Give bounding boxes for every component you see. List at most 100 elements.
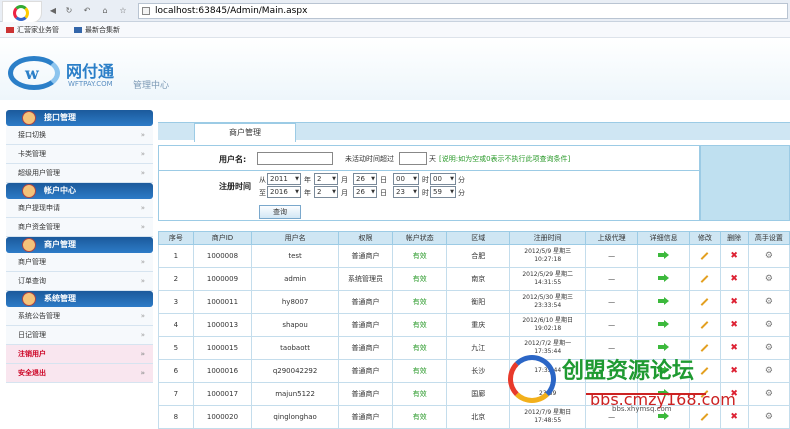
- cell-index: 6: [158, 359, 194, 383]
- col-merchant-id: 商户ID: [192, 231, 253, 245]
- query-button[interactable]: 查询: [259, 205, 301, 219]
- sidebar-section-merchants[interactable]: 商户管理: [6, 237, 153, 253]
- to-day-select[interactable]: 26: [353, 186, 377, 198]
- user-avatar-icon: [22, 184, 36, 198]
- cell-index: 2: [158, 267, 194, 291]
- cell-merchant-id: 1000015: [192, 336, 253, 360]
- cell-index: 8: [158, 405, 194, 429]
- form-side-panel: [700, 145, 790, 221]
- edit-pencil-icon[interactable]: [689, 267, 721, 291]
- chevron-right-icon: »: [140, 131, 145, 139]
- sidebar-section-interface[interactable]: 接口管理: [6, 110, 153, 126]
- delete-x-icon[interactable]: ✖: [719, 313, 749, 337]
- cell-username: q290042292: [251, 359, 339, 383]
- edit-pencil-icon[interactable]: [689, 290, 721, 314]
- delete-x-icon[interactable]: ✖: [719, 244, 749, 268]
- cell-username: test: [251, 244, 339, 268]
- col-index: 序号: [158, 231, 194, 245]
- chevron-right-icon: »: [140, 277, 145, 285]
- sidebar-section-accounts[interactable]: 帐户中心: [6, 183, 153, 199]
- sidebar-item-orders[interactable]: 订单查询»: [6, 272, 153, 291]
- sidebar-item-card-types[interactable]: 卡类管理»: [6, 145, 153, 164]
- cell-permission: 普通商户: [337, 313, 394, 337]
- cell-permission: 普通商户: [337, 382, 394, 406]
- sidebar-item-exit[interactable]: 安全退出»: [6, 364, 153, 383]
- from-minute-select[interactable]: 00: [430, 173, 456, 185]
- to-year-select[interactable]: 2016: [267, 186, 301, 198]
- favorite-item[interactable]: 最新合集新: [74, 22, 120, 38]
- watermark-sub: bbs.xhymsq.com: [612, 405, 672, 413]
- cell-permission: 普通商户: [337, 336, 394, 360]
- col-delete: 删除: [719, 231, 749, 245]
- undo-icon[interactable]: ↶: [82, 6, 92, 16]
- from-hour-select[interactable]: 00: [393, 173, 419, 185]
- settings-gear-icon[interactable]: ⚙: [747, 244, 790, 268]
- hint-text: [说明:如为空或0表示不执行此项查询条件]: [439, 155, 571, 163]
- sidebar-item-interface-switch[interactable]: 接口切换»: [6, 126, 153, 145]
- refresh-icon[interactable]: ↻: [64, 6, 74, 16]
- sidebar-item-funds[interactable]: 商户资金管理»: [6, 218, 153, 237]
- star-icon[interactable]: ☆: [118, 6, 128, 16]
- cell-username: admin: [251, 267, 339, 291]
- username-input[interactable]: [257, 152, 333, 165]
- cell-username: hy8007: [251, 290, 339, 314]
- tab-merchant-manage[interactable]: 商户管理: [194, 123, 296, 142]
- cell-agent: —: [585, 290, 639, 314]
- sidebar-item-superusers[interactable]: 超级用户管理»: [6, 164, 153, 183]
- chevron-right-icon: »: [140, 369, 145, 377]
- chevron-right-icon: »: [140, 258, 145, 266]
- sidebar-item-withdraw[interactable]: 商户提现申请»: [6, 199, 153, 218]
- sidebar-item-merchant-manage[interactable]: 商户管理»: [6, 253, 153, 272]
- cell-index: 1: [158, 244, 194, 268]
- cell-status: 有效: [392, 244, 448, 268]
- settings-gear-icon[interactable]: ⚙: [747, 267, 790, 291]
- from-year-select[interactable]: 2011: [267, 173, 301, 185]
- delete-x-icon[interactable]: ✖: [719, 267, 749, 291]
- cell-username: majun5122: [251, 382, 339, 406]
- cell-status: 有效: [392, 267, 448, 291]
- chevron-right-icon: »: [140, 312, 145, 320]
- home-icon[interactable]: ⌂: [100, 6, 110, 16]
- browser-logo[interactable]: [2, 1, 42, 23]
- cell-region: 合肥: [446, 244, 511, 268]
- settings-gear-icon[interactable]: ⚙: [747, 313, 790, 337]
- chevron-right-icon: »: [140, 150, 145, 158]
- inactive-days-input[interactable]: [399, 152, 427, 165]
- to-hour-select[interactable]: 23: [393, 186, 419, 198]
- col-agent: 上级代理: [585, 231, 639, 245]
- col-settings: 高手设置: [747, 231, 790, 245]
- cell-merchant-id: 1000008: [192, 244, 253, 268]
- regtime-label: 注册时间: [219, 182, 251, 191]
- delete-x-icon[interactable]: ✖: [719, 290, 749, 314]
- to-month-select[interactable]: 2: [314, 186, 338, 198]
- cell-permission: 普通商户: [337, 405, 394, 429]
- details-arrow-icon[interactable]: [637, 290, 691, 314]
- sidebar-section-system[interactable]: 系统管理: [6, 291, 153, 307]
- cell-merchant-id: 1000013: [192, 313, 253, 337]
- cell-permission: 系统管理员: [337, 267, 394, 291]
- cell-region: 南京: [446, 267, 511, 291]
- details-arrow-icon[interactable]: [637, 267, 691, 291]
- tab-bar: 商户管理: [158, 122, 790, 142]
- back-icon[interactable]: ◀: [48, 6, 58, 16]
- cell-merchant-id: 1000020: [192, 405, 253, 429]
- sidebar-item-logs[interactable]: 日记管理»: [6, 326, 153, 345]
- edit-pencil-icon[interactable]: [689, 313, 721, 337]
- details-arrow-icon[interactable]: [637, 244, 691, 268]
- cell-status: 有效: [392, 382, 448, 406]
- sidebar-item-notices[interactable]: 系统公告管理»: [6, 307, 153, 326]
- from-month-select[interactable]: 2: [314, 173, 338, 185]
- address-bar[interactable]: localhost:63845/Admin/Main.aspx: [138, 3, 788, 19]
- sidebar-item-logout[interactable]: 注销用户»: [6, 345, 153, 364]
- favorite-item[interactable]: 汇营家业务管: [6, 22, 59, 38]
- to-minute-select[interactable]: 59: [430, 186, 456, 198]
- cell-index: 4: [158, 313, 194, 337]
- table-row: 1 1000008 test 普通商户 有效 合肥 2012/5/9 星期三 10:27:1…: [158, 244, 790, 268]
- details-arrow-icon[interactable]: [637, 313, 691, 337]
- edit-pencil-icon[interactable]: [689, 244, 721, 268]
- from-day-select[interactable]: 26: [353, 173, 377, 185]
- cell-status: 有效: [392, 313, 448, 337]
- settings-gear-icon[interactable]: ⚙: [747, 290, 790, 314]
- inactive-unit: 天: [429, 155, 436, 163]
- flag-icon: [6, 27, 14, 33]
